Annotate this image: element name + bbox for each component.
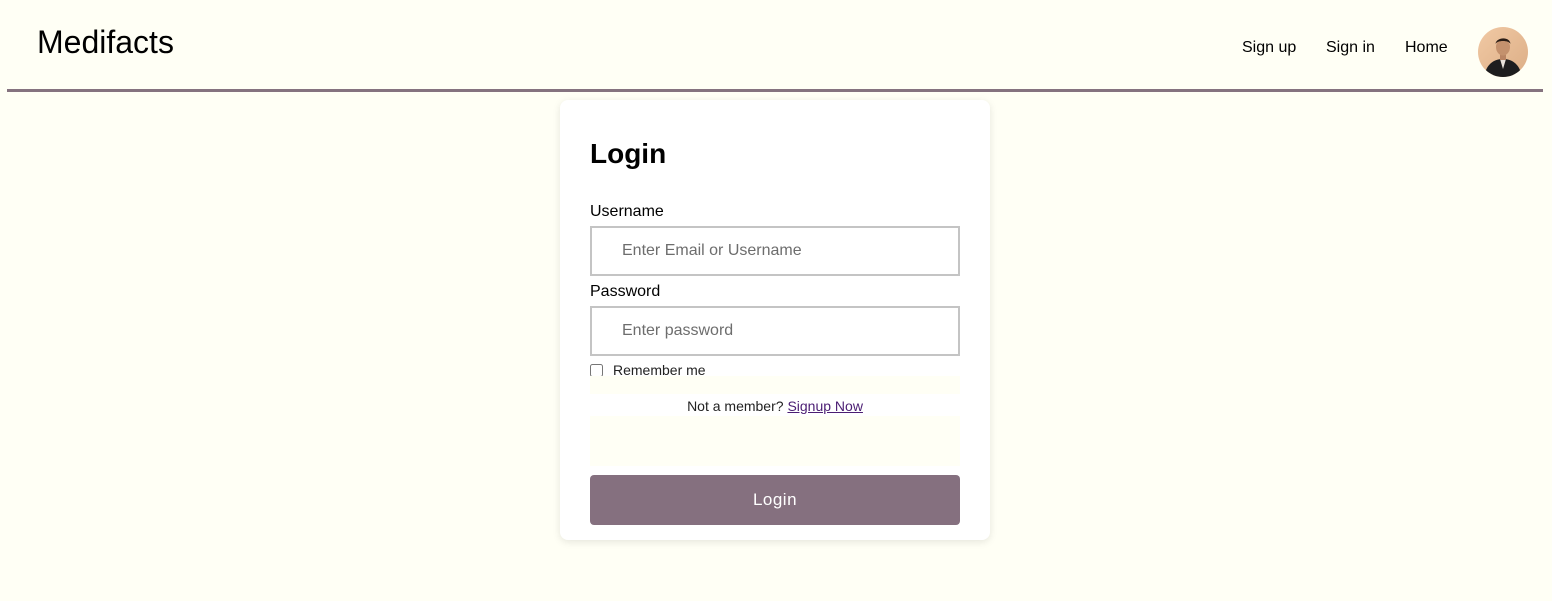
login-title: Login bbox=[590, 138, 667, 169]
remember-me-checkbox[interactable] bbox=[590, 363, 603, 377]
header-divider bbox=[7, 89, 1543, 92]
member-prompt-text: Not a member? bbox=[687, 398, 784, 414]
login-card: Login Username Password Remember me Not … bbox=[560, 100, 990, 540]
nav-signup-link[interactable]: Sign up bbox=[1242, 37, 1296, 59]
username-label: Username bbox=[590, 203, 664, 220]
spacer-band bbox=[590, 376, 960, 394]
nav-home-link[interactable]: Home bbox=[1405, 37, 1448, 59]
top-nav: Sign up Sign in Home bbox=[0, 37, 1552, 59]
nav-signin-link[interactable]: Sign in bbox=[1326, 37, 1375, 59]
signup-now-link[interactable]: Signup Now bbox=[787, 398, 863, 414]
signup-prompt: Not a member? Signup Now bbox=[590, 397, 960, 415]
password-input[interactable] bbox=[590, 306, 960, 356]
avatar-portrait-icon bbox=[1478, 27, 1528, 77]
user-avatar-icon[interactable] bbox=[1478, 27, 1528, 77]
username-input[interactable] bbox=[590, 226, 960, 276]
password-label: Password bbox=[590, 283, 661, 300]
login-button[interactable]: Login bbox=[590, 475, 960, 525]
spacer-band bbox=[590, 416, 960, 466]
page: Medifacts Sign up Sign in Home Login Use… bbox=[0, 0, 1552, 601]
